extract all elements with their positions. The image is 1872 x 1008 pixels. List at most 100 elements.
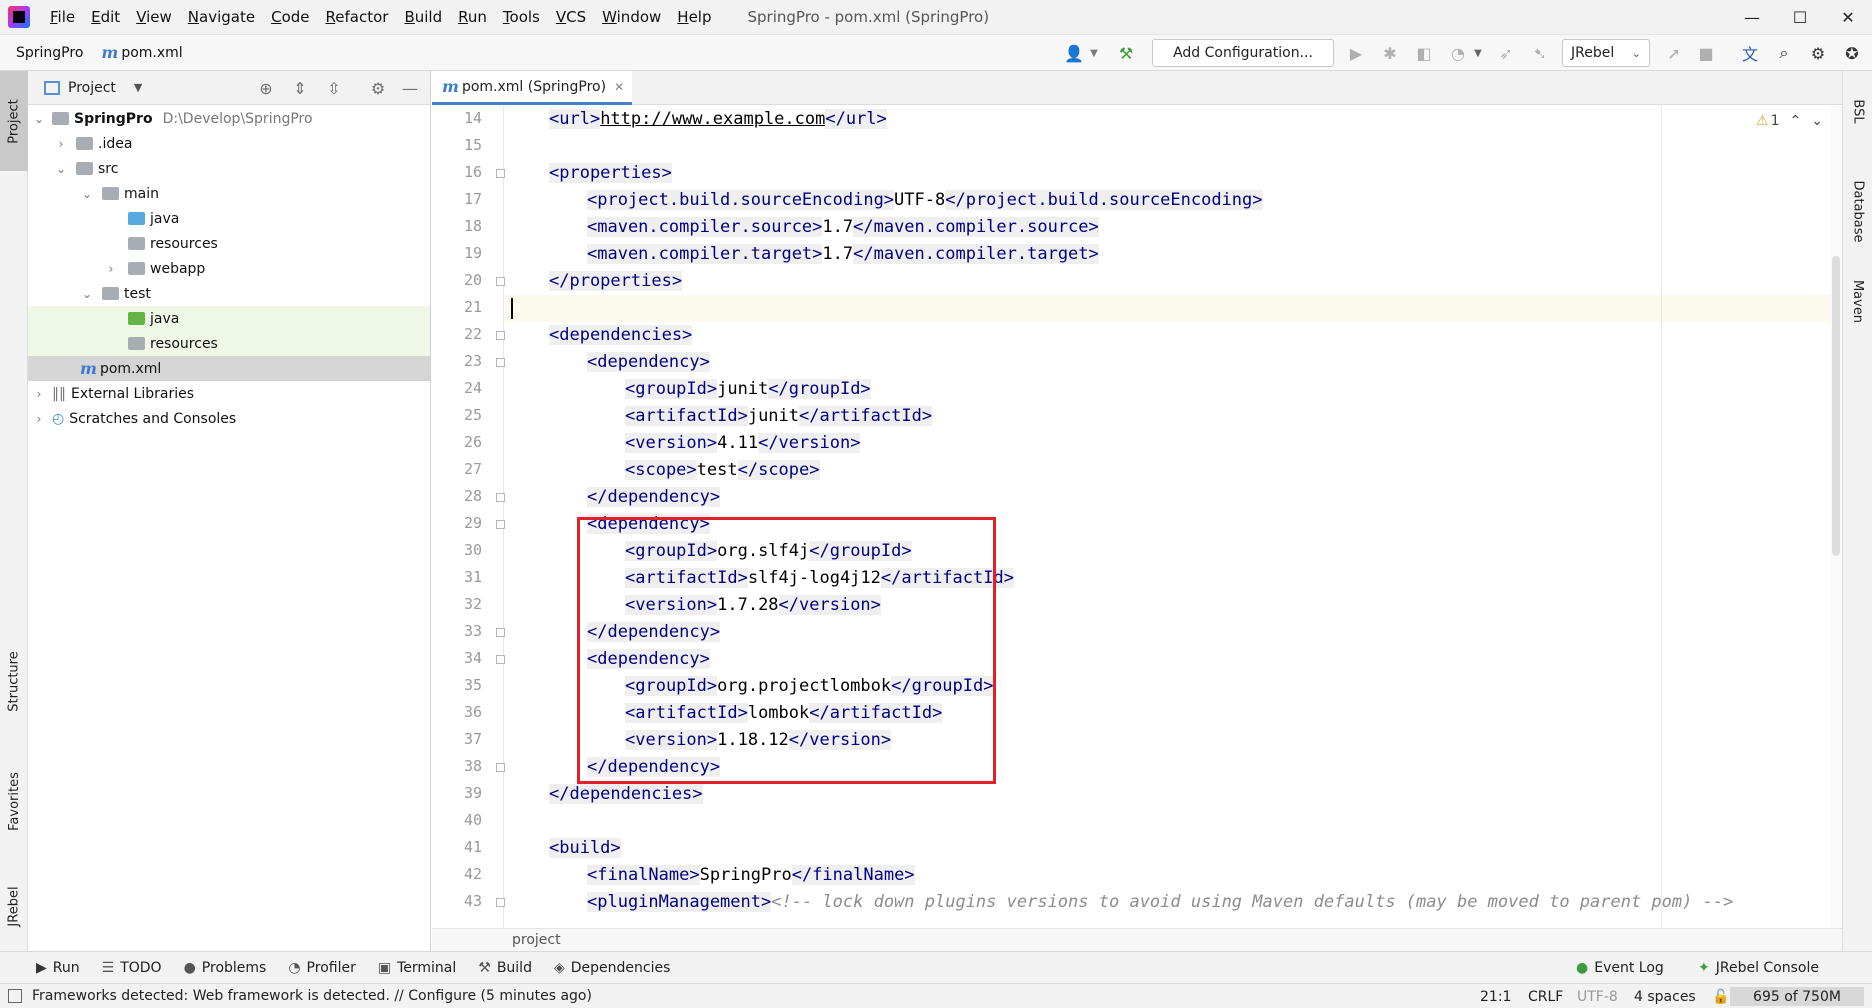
- build-hammer-icon[interactable]: ⚒: [1116, 43, 1136, 63]
- hide-panel-icon[interactable]: —: [400, 78, 420, 98]
- tool-tab-structure[interactable]: Structure: [0, 626, 28, 736]
- code-line-35[interactable]: <groupId>org.projectlombok</groupId>: [505, 673, 1830, 700]
- settings-gear-icon[interactable]: ⚙: [1808, 43, 1828, 63]
- menu-navigate[interactable]: Navigate: [180, 0, 263, 35]
- tree-item-springpro[interactable]: ⌄ SpringPro D:\Develop\SpringPro: [28, 106, 430, 131]
- tree-item-main[interactable]: ⌄ main: [28, 181, 430, 206]
- tree-item-webapp[interactable]: › webapp: [28, 256, 430, 281]
- line-separator[interactable]: CRLF: [1528, 984, 1563, 1008]
- editor-breadcrumb-project[interactable]: project: [512, 932, 561, 948]
- lock-icon[interactable]: 🔓: [1712, 984, 1729, 1008]
- debug-icon[interactable]: ✱: [1380, 43, 1400, 63]
- code-line-31[interactable]: <artifactId>slf4j-log4j12</artifactId>: [505, 565, 1830, 592]
- tool-build-button[interactable]: ⚒ Build: [478, 960, 532, 976]
- code-line-28[interactable]: </dependency>: [505, 484, 1830, 511]
- tool-problems-button[interactable]: ● Problems: [184, 960, 267, 976]
- tool-dependencies-button[interactable]: ◈ Dependencies: [554, 960, 670, 976]
- menu-run[interactable]: Run: [450, 0, 495, 35]
- code-line-36[interactable]: <artifactId>lombok</artifactId>: [505, 700, 1830, 727]
- fold-marker-icon[interactable]: [496, 763, 505, 772]
- fold-marker-icon[interactable]: [496, 277, 505, 286]
- breadcrumb-project[interactable]: SpringPro: [16, 45, 83, 61]
- code-line-38[interactable]: </dependency>: [505, 754, 1830, 781]
- tool-tab-project[interactable]: Project: [0, 71, 28, 171]
- code-line-37[interactable]: <version>1.18.12</version>: [505, 727, 1830, 754]
- menu-file[interactable]: File: [42, 0, 83, 35]
- tool-tab-favorites[interactable]: Favorites: [0, 746, 28, 856]
- chevron-right-icon[interactable]: ›: [54, 137, 68, 151]
- tool-tab-database[interactable]: Database: [1843, 151, 1872, 271]
- tool-jrebel-console-button[interactable]: ✦ JRebel Console: [1698, 960, 1819, 976]
- fold-marker-icon[interactable]: [496, 169, 505, 178]
- fold-marker-icon[interactable]: [496, 628, 505, 637]
- status-message[interactable]: Frameworks detected: Web framework is de…: [32, 988, 592, 1004]
- jrebel-run-icon[interactable]: ➶: [1496, 43, 1516, 63]
- breadcrumb-file[interactable]: m pom.xml: [101, 43, 182, 62]
- code-line-32[interactable]: <version>1.7.28</version>: [505, 592, 1830, 619]
- add-configuration-button[interactable]: Add Configuration...: [1152, 39, 1334, 67]
- chevron-down-icon[interactable]: ⌄: [54, 162, 68, 176]
- menu-tools[interactable]: Tools: [495, 0, 548, 35]
- code-line-30[interactable]: <groupId>org.slf4j</groupId>: [505, 538, 1830, 565]
- code-line-23[interactable]: <dependency>: [505, 349, 1830, 376]
- fold-marker-icon[interactable]: [496, 331, 505, 340]
- code-line-16[interactable]: <properties>: [505, 160, 1830, 187]
- chevron-right-icon[interactable]: ›: [104, 262, 118, 276]
- profile-icon[interactable]: ◔: [1448, 43, 1468, 63]
- tree-item-src[interactable]: ⌄ src: [28, 156, 430, 181]
- scrollbar-thumb[interactable]: [1832, 256, 1840, 556]
- user-icon[interactable]: 👤: [1064, 43, 1084, 63]
- menu-build[interactable]: Build: [396, 0, 450, 35]
- search-icon[interactable]: ⌕: [1774, 43, 1794, 63]
- stop-icon[interactable]: ■: [1696, 43, 1716, 63]
- editor-scrollbar[interactable]: [1830, 106, 1842, 928]
- code-line-29[interactable]: <dependency>: [505, 511, 1830, 538]
- code-line-26[interactable]: <version>4.11</version>: [505, 430, 1830, 457]
- collapse-all-icon[interactable]: ⇳: [324, 78, 344, 98]
- tree-item-main-resources[interactable]: resources: [28, 231, 430, 256]
- tool-terminal-button[interactable]: ▣ Terminal: [378, 960, 456, 976]
- chevron-down-icon[interactable]: ⌄: [32, 112, 46, 126]
- project-view-selector[interactable]: Project: [68, 80, 116, 96]
- fold-marker-icon[interactable]: [496, 520, 505, 529]
- fold-marker-icon[interactable]: [496, 655, 505, 664]
- memory-indicator[interactable]: 695 of 750M: [1730, 987, 1864, 1006]
- close-button[interactable]: ✕: [1822, 0, 1872, 35]
- translate-icon[interactable]: 文: [1740, 43, 1760, 64]
- code-line-14[interactable]: <url>http://www.example.com</url>: [505, 106, 1830, 133]
- maximize-button[interactable]: ☐: [1774, 0, 1826, 35]
- jrebel-debug-icon[interactable]: ➷: [1530, 43, 1550, 63]
- close-tab-icon[interactable]: ✕: [614, 80, 624, 94]
- chevron-right-icon[interactable]: ›: [32, 387, 46, 401]
- tab-pom-xml[interactable]: m pom.xml (SpringPro) ✕: [432, 71, 633, 105]
- jrebel-dropdown[interactable]: JRebel ⌄: [1562, 39, 1650, 67]
- tree-item-scratches[interactable]: › ◴ Scratches and Consoles: [28, 406, 430, 431]
- code-line-41[interactable]: <build>: [505, 835, 1830, 862]
- menu-vcs[interactable]: VCS: [548, 0, 594, 35]
- tool-profiler-button[interactable]: ◔ Profiler: [288, 960, 356, 976]
- code-line-22[interactable]: <dependencies>: [505, 322, 1830, 349]
- file-encoding[interactable]: UTF-8: [1577, 984, 1618, 1008]
- menu-code[interactable]: Code: [263, 0, 317, 35]
- fold-marker-icon[interactable]: [496, 358, 505, 367]
- code-line-19[interactable]: <maven.compiler.target>1.7</maven.compil…: [505, 241, 1830, 268]
- code-line-34[interactable]: <dependency>: [505, 646, 1830, 673]
- chevron-up-icon[interactable]: ⌃: [1789, 113, 1801, 129]
- tree-item-external-libraries[interactable]: › ‖‖ External Libraries: [28, 381, 430, 406]
- code-line-43[interactable]: <pluginManagement><!-- lock down plugins…: [505, 889, 1830, 916]
- inspection-widget[interactable]: ⚠ 1 ⌃ ⌄: [1756, 113, 1823, 129]
- tool-tab-bsl[interactable]: BSL: [1843, 81, 1872, 141]
- fold-marker-icon[interactable]: [496, 898, 505, 907]
- chevron-down-icon[interactable]: ⌄: [80, 187, 94, 201]
- chevron-down-icon[interactable]: ▼: [1084, 43, 1104, 63]
- tree-item-idea[interactable]: › .idea: [28, 131, 430, 156]
- menu-edit[interactable]: Edit: [83, 0, 128, 35]
- tool-event-log-button[interactable]: ● Event Log: [1576, 960, 1664, 976]
- chevron-right-icon[interactable]: ›: [32, 412, 46, 426]
- code-editor[interactable]: <url>http://www.example.com</url> <prope…: [505, 106, 1830, 928]
- caret-position[interactable]: 21:1: [1480, 984, 1511, 1008]
- code-line-33[interactable]: </dependency>: [505, 619, 1830, 646]
- indent-setting[interactable]: 4 spaces: [1634, 984, 1696, 1008]
- menu-window[interactable]: Window: [594, 0, 669, 35]
- tool-run-button[interactable]: ▶ Run: [36, 960, 80, 976]
